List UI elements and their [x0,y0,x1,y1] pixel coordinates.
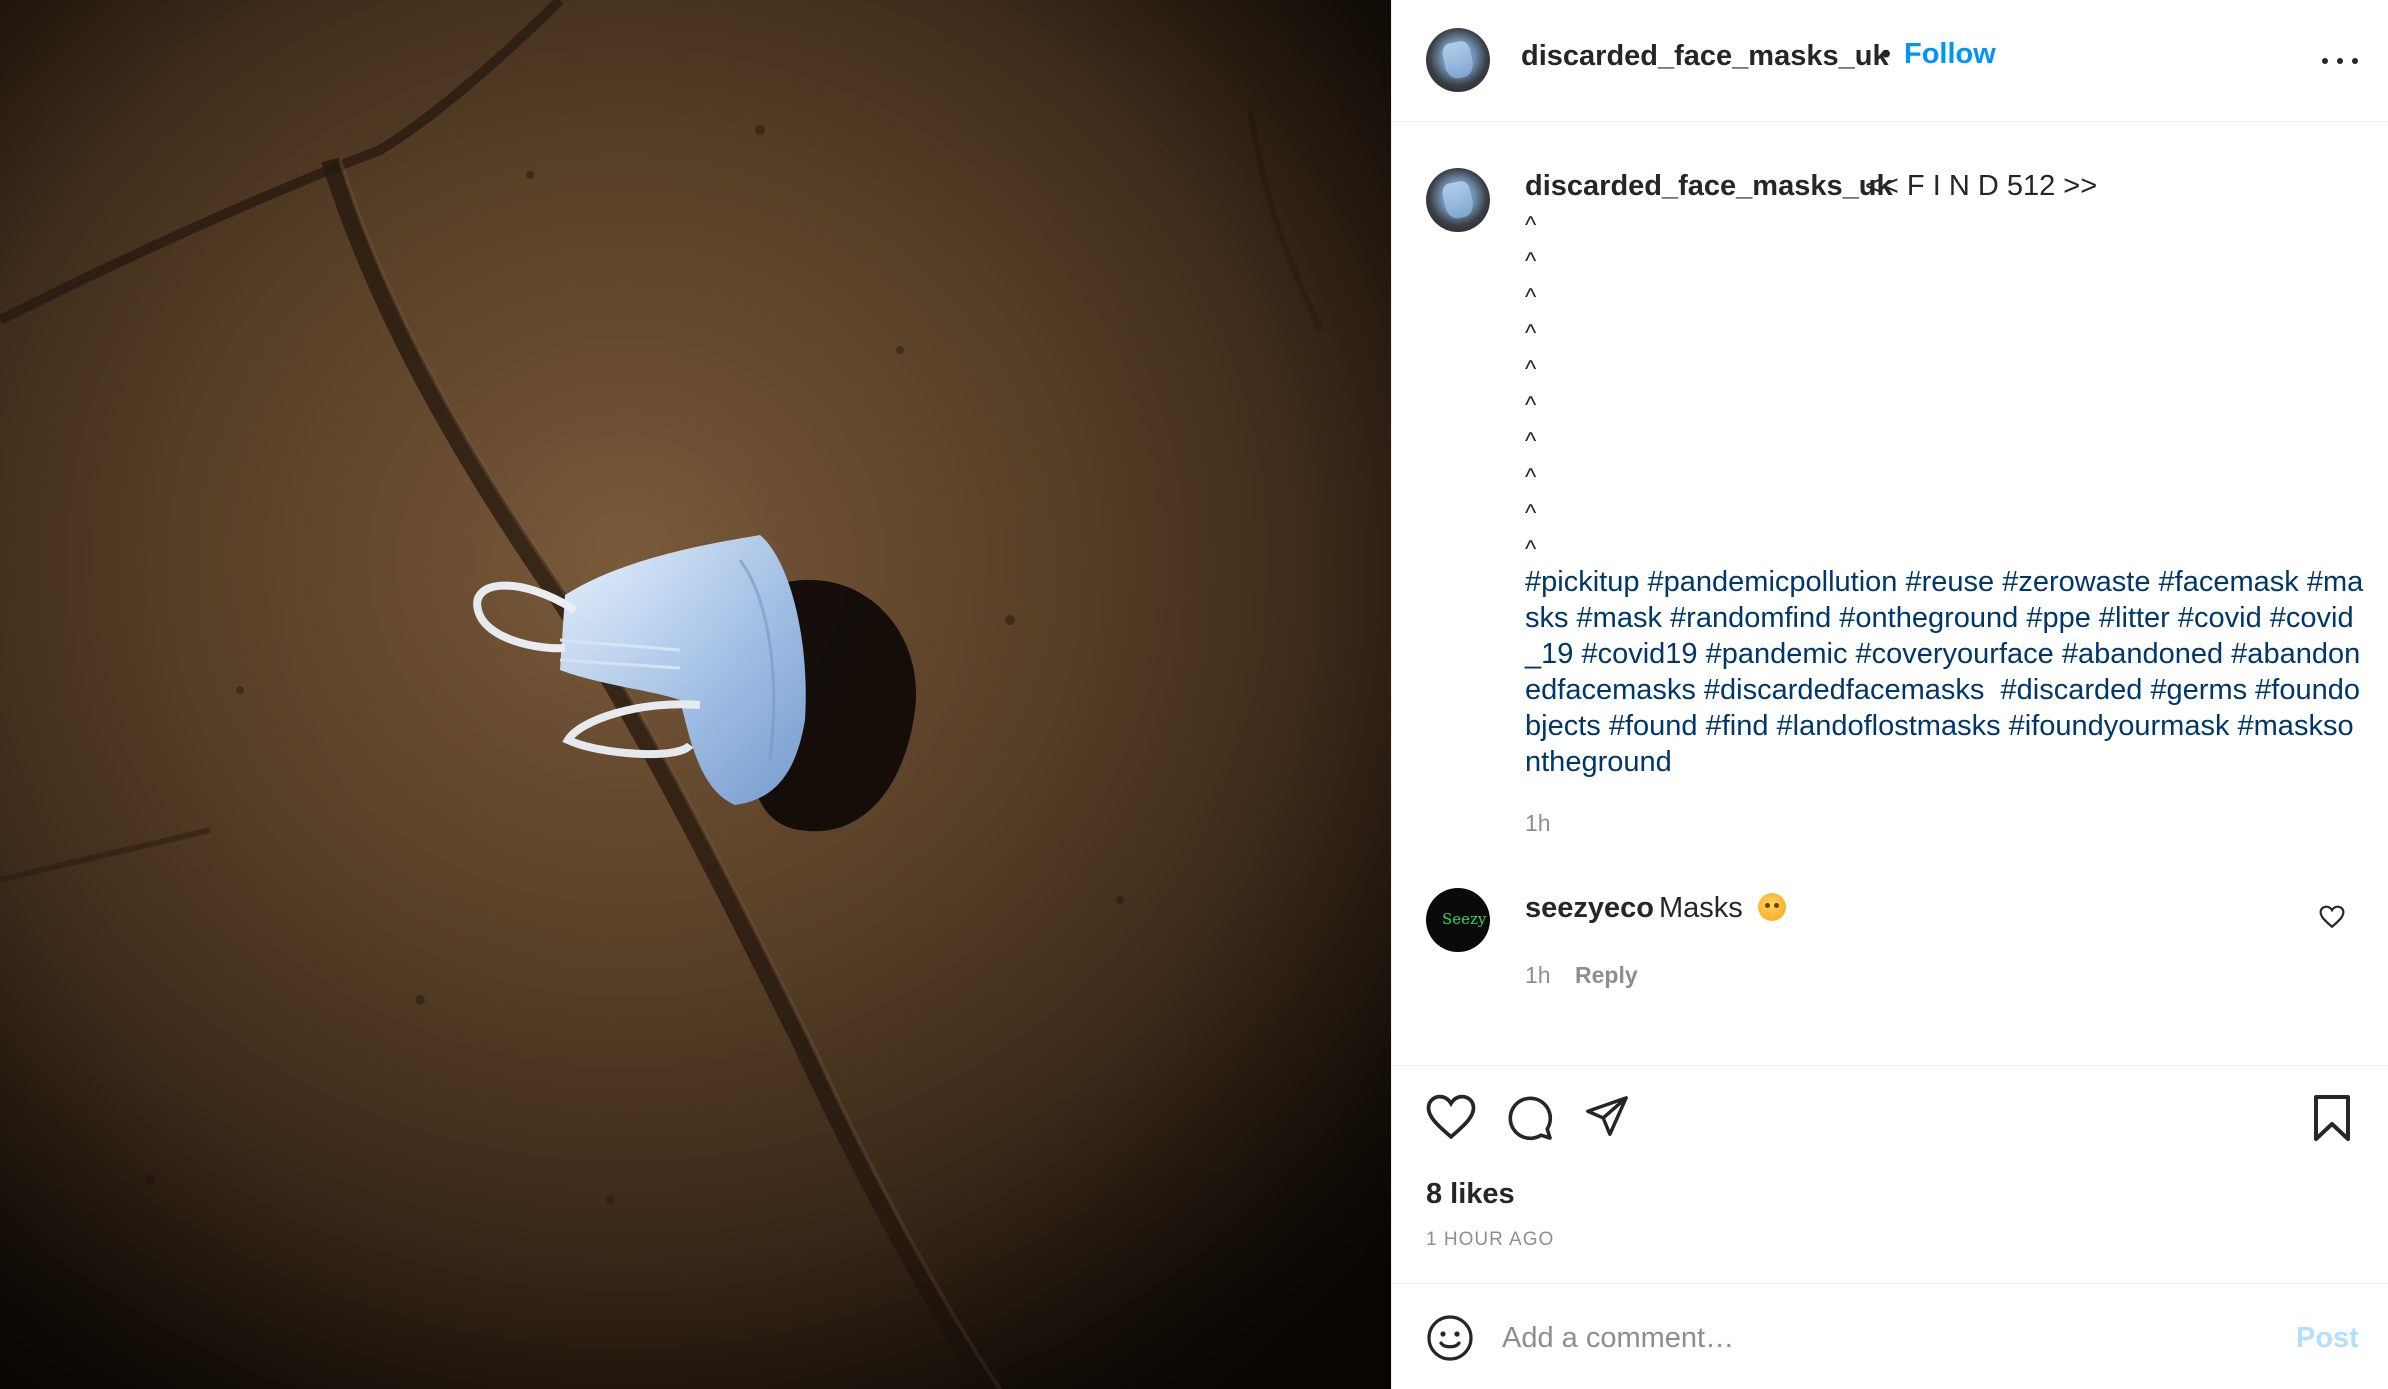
caption-carets: ^ ^ ^ ^ ^ ^ ^ ^ ^ ^ [1525,208,1536,568]
caption-author-username[interactable]: discarded_face_masks_uk [1525,170,1893,203]
commenter-avatar-text: Seezy [1442,910,1487,928]
post-header: discarded_face_masks_uk • Follow [1392,0,2388,122]
commenter-avatar[interactable]: Seezy [1426,888,1490,952]
caret-line: ^ [1525,248,1537,275]
comment-icon[interactable] [1505,1094,1555,1142]
post-age[interactable]: 1 HOUR AGO [1426,1229,1554,1251]
post-photo[interactable] [0,0,1391,1389]
comment-text: Masks [1659,892,1743,924]
follow-button[interactable]: Follow [1904,38,1996,71]
post-comment-button[interactable]: Post [2296,1322,2359,1355]
post-side-panel: discarded_face_masks_uk • Follow discard… [1391,0,2388,1389]
angry-face-emoji-icon [1758,893,1786,921]
comment-like-heart-icon[interactable] [2319,905,2345,929]
reply-button[interactable]: Reply [1575,962,1638,989]
heart-icon[interactable] [1426,1094,1476,1140]
add-comment-input[interactable] [1502,1310,2262,1366]
header-separator: • [1881,38,1892,70]
caret-line: ^ [1525,536,1537,563]
caret-line: ^ [1525,284,1537,311]
instagram-post: discarded_face_masks_uk • Follow discard… [0,0,2388,1389]
caption-author-avatar[interactable] [1426,168,1490,232]
caret-line: ^ [1525,212,1537,239]
caption-hashtags[interactable]: #pickitup #pandemicpollution #reuse #zer… [1525,564,2365,780]
caret-line: ^ [1525,356,1537,383]
caption-timestamp[interactable]: 1h [1525,810,1551,837]
caret-line: ^ [1525,500,1537,527]
author-avatar[interactable] [1426,28,1490,92]
likes-count[interactable]: 8 likes [1426,1178,1515,1211]
comment-composer: Post [1392,1283,2388,1389]
more-horizontal-icon[interactable] [2318,44,2362,78]
caret-line: ^ [1525,392,1537,419]
caption-title: << F I N D 512 >> [1865,170,2098,202]
comment-timestamp[interactable]: 1h [1525,962,1551,989]
mask-on-pavement-image [0,0,1391,1389]
author-username[interactable]: discarded_face_masks_uk [1521,40,1889,73]
caret-line: ^ [1525,320,1537,347]
hashtag-text[interactable]: #pickitup #pandemicpollution #reuse #zer… [1525,566,2363,778]
action-divider [1392,1065,2388,1066]
commenter-username[interactable]: seezyeco [1525,892,1654,925]
share-icon[interactable] [1583,1094,1631,1140]
bookmark-icon[interactable] [2310,1094,2354,1142]
caret-line: ^ [1525,428,1537,455]
emoji-picker-icon[interactable] [1426,1314,1474,1362]
caret-line: ^ [1525,464,1537,491]
